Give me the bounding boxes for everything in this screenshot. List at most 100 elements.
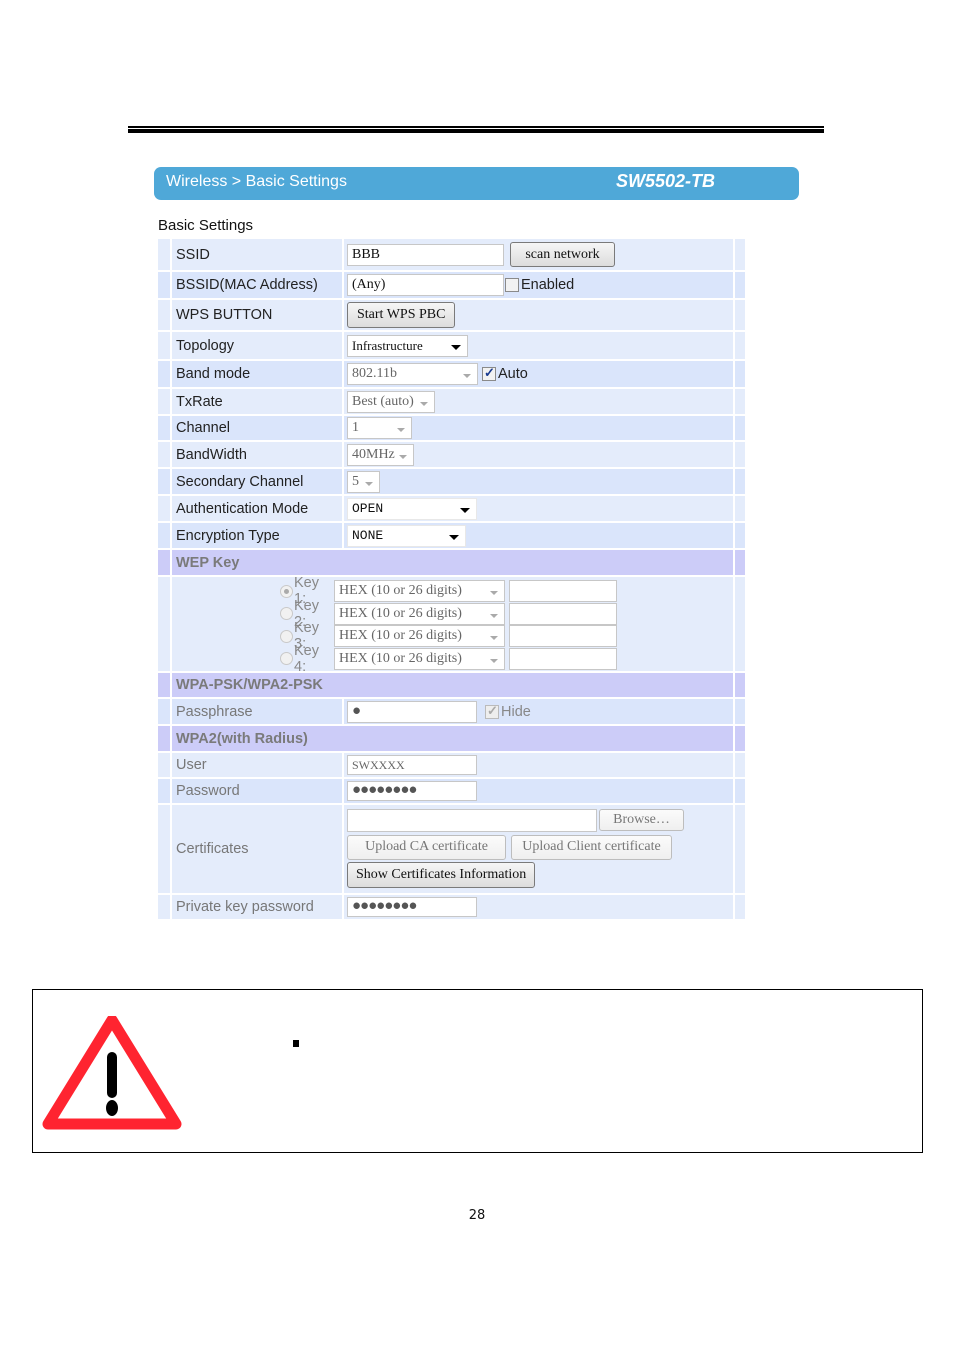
passphrase-row: Passphrase ● Hide [158,699,745,726]
wpa-psk-title: WPA-PSK/WPA2-PSK [172,673,735,697]
wep-key-4-radio[interactable] [280,652,293,666]
wep-key-1-radio[interactable] [280,584,293,598]
band-mode-row: Band mode 802.11b Auto [158,361,745,389]
wpa2-radius-header: WPA2(with Radius) [158,726,745,753]
wep-key-4: Key 4: HEX (10 or 26 digits) [280,643,733,675]
band-mode-label: Band mode [172,361,344,387]
wep-key-3-format-select[interactable]: HEX (10 or 26 digits) [334,625,505,648]
upload-client-certificate-button[interactable]: Upload Client certificate [511,834,672,860]
wep-key-3-radio[interactable] [280,629,293,643]
ssid-row: SSID BBB scan network [158,239,745,272]
certificates-row: Certificates Browse… Upload CA certifica… [158,805,745,895]
chevron-down-icon [449,534,459,540]
wep-key-2-input[interactable] [509,602,617,625]
user-input[interactable]: SWXXXX [347,755,477,775]
warning-box [32,989,923,1153]
bandwidth-label: BandWidth [172,442,344,467]
password-input[interactable]: ●●●●●●●● [347,781,477,801]
secondary-channel-label: Secondary Channel [172,469,344,494]
header-rule-thick [128,128,824,133]
chevron-down-icon [490,636,498,641]
section-title: Basic Settings [158,217,254,234]
ssid-label: SSID [172,239,344,270]
channel-label: Channel [172,416,344,440]
private-key-input[interactable]: ●●●●●●●● [347,897,477,917]
show-certificates-information-button[interactable]: Show Certificates Information [347,862,536,888]
wep-key-1-input[interactable] [509,580,617,603]
wep-key-2-radio[interactable] [280,607,293,621]
bandwidth-value: 40MHz [352,446,395,462]
band-auto-label: Auto [498,366,528,382]
channel-select[interactable]: 1 [347,417,412,439]
auth-mode-label: Authentication Mode [172,496,344,521]
wep-key-1: Key 1: HEX (10 or 26 digits) [280,575,733,607]
bandwidth-select[interactable]: 40MHz [347,443,414,466]
chevron-down-icon [460,507,470,513]
settings-table: SSID BBB scan network BSSID(MAC Address)… [158,239,745,921]
certificates-label: Certificates [172,805,344,893]
topology-label: Topology [172,332,344,359]
password-row: Password ●●●●●●●● [158,779,745,805]
chevron-down-icon [490,658,498,663]
device-model: SW5502-TB [615,171,715,191]
wep-key-2-format: HEX (10 or 26 digits) [339,605,462,621]
wpa-psk-header: WPA-PSK/WPA2-PSK [158,673,745,699]
wep-key-4-label: Key 4: [294,642,319,675]
wep-key-header: WEP Key [158,550,745,577]
hide-passphrase-checkbox[interactable] [485,703,499,719]
encryption-label: Encryption Type [172,523,344,548]
user-label: User [172,753,344,777]
warning-triangle-icon [42,1016,182,1130]
channel-row: Channel 1 [158,416,745,442]
page-number: 28 [468,1208,486,1223]
chevron-down-icon [420,401,428,406]
auth-mode-value: OPEN [352,500,384,516]
private-key-label: Private key password [172,895,344,919]
band-auto-checkbox[interactable] [482,365,496,381]
txrate-row: TxRate Best (auto) [158,389,745,416]
encryption-value: NONE [352,527,384,543]
txrate-select[interactable]: Best (auto) [347,390,435,413]
upload-ca-certificate-button[interactable]: Upload CA certificate [347,834,506,860]
wep-key-4-format-select[interactable]: HEX (10 or 26 digits) [334,647,505,670]
bssid-enabled-checkbox[interactable] [505,278,519,292]
wep-key-2-format-select[interactable]: HEX (10 or 26 digits) [334,602,505,625]
txrate-label: TxRate [172,389,344,414]
wep-key-4-input[interactable] [509,647,617,670]
wep-keys-row: Key 1: HEX (10 or 26 digits) Key 2: HEX … [158,575,745,675]
bandwidth-row: BandWidth 40MHz [158,442,745,469]
breadcrumb: Wireless > Basic Settings [166,173,347,190]
hide-passphrase-label: Hide [501,703,531,720]
chevron-down-icon [463,374,471,378]
wep-key-1-format: HEX (10 or 26 digits) [339,583,462,599]
txrate-value: Best (auto) [352,393,414,409]
wep-key-2: Key 2: HEX (10 or 26 digits) [280,598,733,630]
chevron-down-icon [365,481,373,486]
chevron-down-icon [451,344,461,350]
chevron-down-icon [490,613,498,618]
bssid-input[interactable]: (Any) [347,274,504,296]
warning-bullet [293,1040,299,1047]
wep-key-4-format: HEX (10 or 26 digits) [339,650,462,666]
passphrase-label: Passphrase [172,699,344,724]
topology-select[interactable]: Infrastructure [347,334,468,357]
bssid-label: BSSID(MAC Address) [172,272,344,298]
wpa2-radius-title: WPA2(with Radius) [172,726,735,751]
secondary-channel-select[interactable]: 5 [347,470,380,493]
bssid-enabled-label: Enabled [521,277,575,293]
ssid-input[interactable]: BBB [347,243,504,266]
band-mode-select[interactable]: 802.11b [347,363,478,385]
browse-button[interactable]: Browse… [599,809,684,831]
encryption-select[interactable]: NONE [347,524,466,547]
passphrase-input[interactable]: ● [347,700,477,723]
auth-mode-row: Authentication Mode OPEN [158,496,745,523]
auth-mode-select[interactable]: OPEN [347,497,477,520]
wep-key-1-format-select[interactable]: HEX (10 or 26 digits) [334,580,505,603]
wps-row: WPS BUTTON Start WPS PBC [158,300,745,332]
chevron-down-icon [397,428,405,432]
secondary-channel-row: Secondary Channel 5 [158,469,745,496]
wep-key-3-input[interactable] [509,625,617,648]
scan-network-button[interactable]: scan network [510,242,615,267]
certificate-file-input[interactable] [347,808,597,832]
start-wps-pbc-button[interactable]: Start WPS PBC [347,302,456,328]
